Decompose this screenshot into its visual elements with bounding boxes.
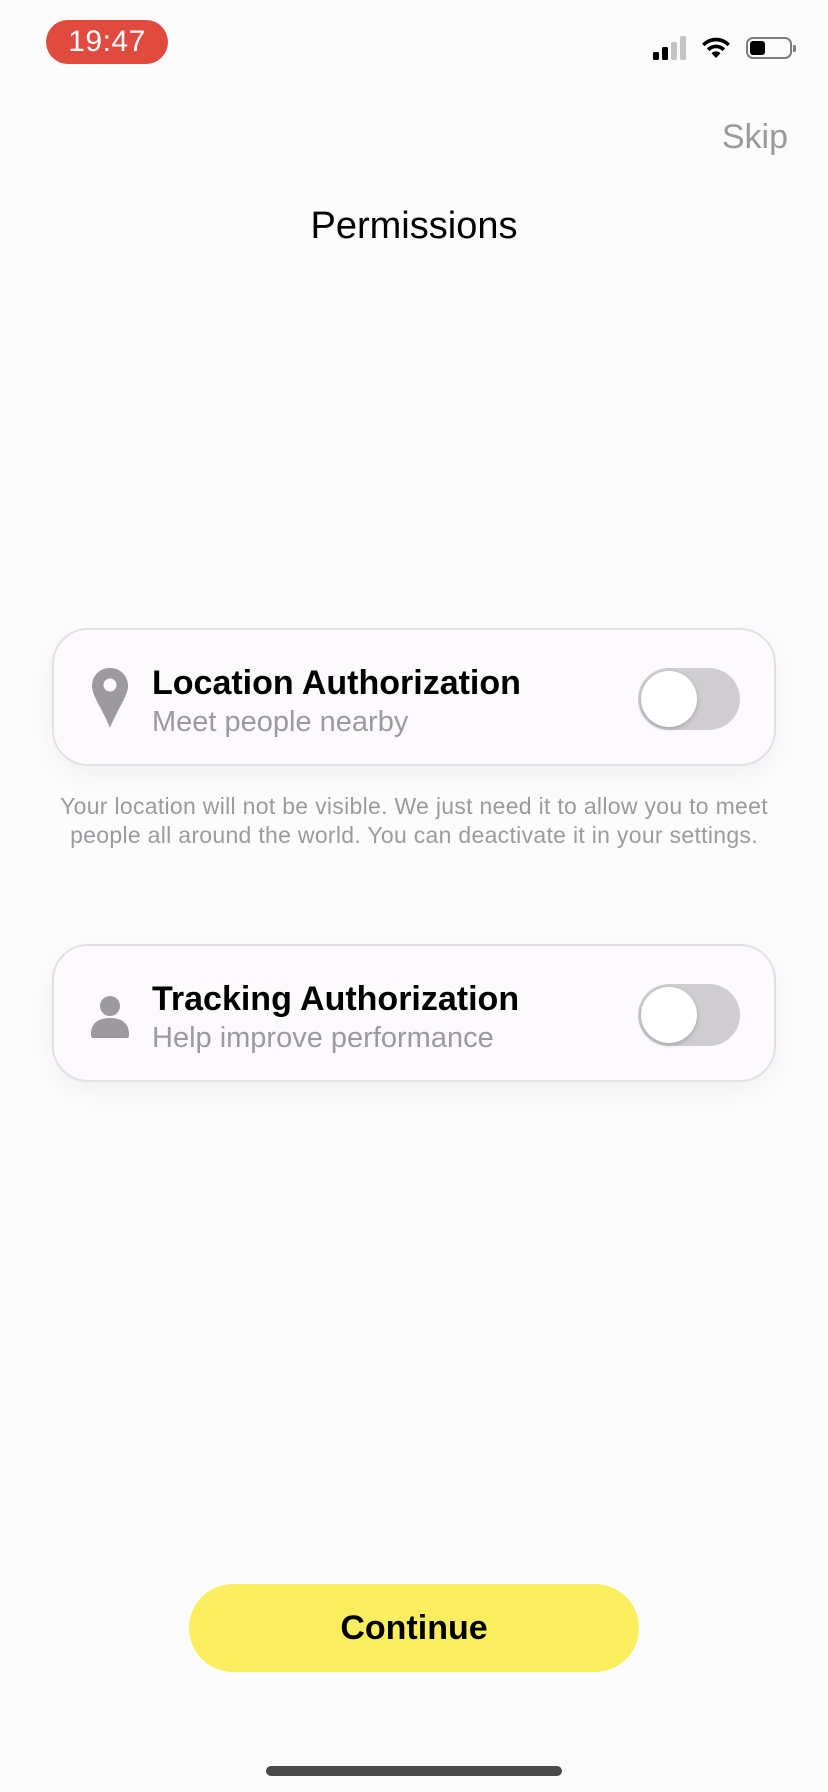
cellular-signal-icon — [653, 36, 686, 60]
location-permission-subtitle: Meet people nearby — [152, 706, 409, 738]
location-permission-title: Location Authorization — [152, 664, 521, 702]
status-icons — [653, 36, 796, 60]
tracking-permission-card: Tracking Authorization Help improve perf… — [52, 944, 776, 1082]
status-time[interactable]: 19:47 — [46, 20, 168, 64]
home-indicator — [266, 1766, 562, 1776]
page-title: Permissions — [310, 205, 518, 247]
tracking-permission-title: Tracking Authorization — [152, 980, 520, 1018]
battery-icon — [746, 37, 796, 59]
wifi-icon — [702, 37, 730, 58]
toggle-knob — [641, 671, 697, 727]
tracking-permission-subtitle: Help improve performance — [152, 1022, 494, 1054]
continue-button[interactable]: Continue — [189, 1584, 639, 1672]
location-permission-card: Location Authorization Meet people nearb… — [52, 628, 776, 766]
location-toggle[interactable] — [638, 668, 740, 730]
tracking-toggle[interactable] — [638, 984, 740, 1046]
location-pin-icon — [92, 668, 128, 728]
status-bar: 19:47 — [0, 0, 828, 90]
location-note: Your location will not be visible. We ju… — [60, 793, 768, 848]
toggle-knob — [641, 987, 697, 1043]
person-icon — [91, 996, 129, 1038]
skip-button[interactable]: Skip — [722, 118, 788, 157]
